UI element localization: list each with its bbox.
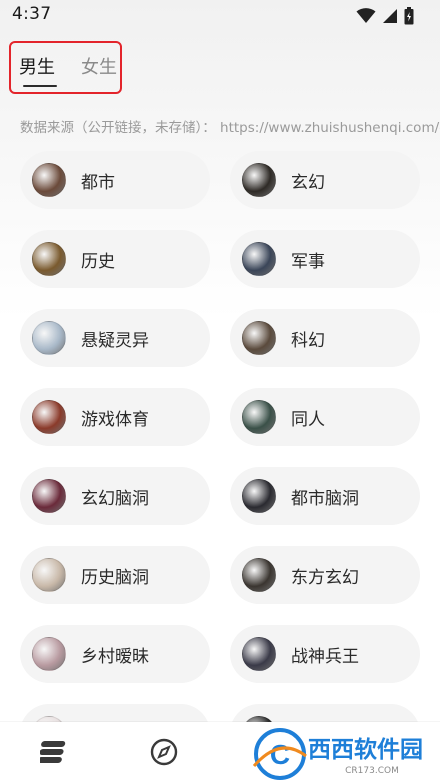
category-cover-image: [32, 558, 66, 592]
category-cover-image: [32, 637, 66, 671]
category-label: 历史: [81, 251, 115, 272]
category-cover-image: [32, 163, 66, 197]
category-label: 乡村暧昧: [81, 646, 149, 667]
category-item[interactable]: 科幻: [230, 309, 420, 367]
bookshelf-icon[interactable]: [40, 740, 68, 764]
category-item[interactable]: 玄幻脑洞: [20, 467, 210, 525]
category-item[interactable]: 都市脑洞: [230, 467, 420, 525]
category-cover-image: [32, 321, 66, 355]
category-cover-image: [242, 321, 276, 355]
category-label: 历史脑洞: [81, 567, 149, 588]
category-item[interactable]: 都市: [20, 151, 210, 209]
category-item[interactable]: 游戏体育: [20, 388, 210, 446]
category-cover-image: [242, 400, 276, 434]
category-cover-image: [32, 479, 66, 513]
watermark-site: CR173.COM: [345, 766, 399, 776]
category-cover-image: [242, 558, 276, 592]
category-item[interactable]: 东方玄幻: [230, 546, 420, 604]
watermark-brand: 西西软件园: [308, 737, 423, 763]
category-item[interactable]: 悬疑灵异: [20, 309, 210, 367]
compass-icon[interactable]: [150, 738, 178, 766]
category-label: 科幻: [291, 330, 325, 351]
category-cover-image: [242, 242, 276, 276]
category-cover-image: [32, 400, 66, 434]
category-cover-image: [242, 479, 276, 513]
category-label: 都市: [81, 172, 115, 193]
category-item[interactable]: 历史脑洞: [20, 546, 210, 604]
category-label: 悬疑灵异: [81, 330, 149, 351]
category-item[interactable]: 战神兵王: [230, 625, 420, 683]
category-label: 军事: [291, 251, 325, 272]
category-item[interactable]: 军事: [230, 230, 420, 288]
category-item[interactable]: 玄幻: [230, 151, 420, 209]
category-label: 同人: [291, 409, 325, 430]
category-label: 东方玄幻: [291, 567, 359, 588]
category-cover-image: [242, 637, 276, 671]
category-item[interactable]: 乡村暧昧: [20, 625, 210, 683]
svg-text:C: C: [270, 739, 290, 770]
category-item[interactable]: 历史: [20, 230, 210, 288]
category-label: 玄幻脑洞: [81, 488, 149, 509]
category-grid: 都市 玄幻历史 军事悬疑灵异 科幻游戏体育 同人玄幻脑洞 都市脑洞历史脑洞 东方玄幻乡村暧昧…: [0, 0, 440, 762]
category-cover-image: [32, 242, 66, 276]
category-label: 都市脑洞: [291, 488, 359, 509]
category-cover-image: [242, 163, 276, 197]
category-label: 战神兵王: [291, 646, 359, 667]
category-label: 玄幻: [291, 172, 325, 193]
category-item[interactable]: 同人: [230, 388, 420, 446]
category-label: 游戏体育: [81, 409, 149, 430]
